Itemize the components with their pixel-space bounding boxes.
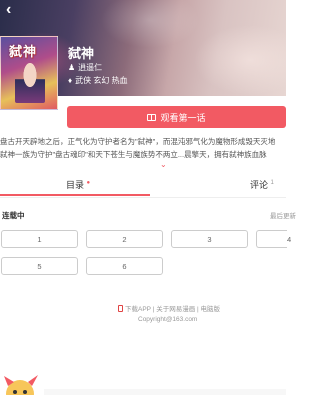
tab-comments-label: 评论 [250, 180, 269, 190]
book-icon [147, 113, 157, 121]
tags-text: 武侠 玄幻 热血 [75, 76, 128, 85]
read-first-button[interactable]: 观看第一话 [67, 106, 286, 128]
tab-catalog-label: 目录 [66, 180, 85, 190]
footer-links-text[interactable]: 下载APP | 关于网易漫画 | 电脑版 [125, 303, 220, 313]
chevron-down-icon[interactable]: ⌄ [160, 161, 168, 169]
footer-links[interactable]: 下载APP | 关于网易漫画 | 电脑版 [118, 303, 220, 313]
book-intro[interactable]: 盘古开天辟地之后，正气化为守护者名为"弑神"，而混沌邪气化为魔物形成毁天灭地 弑… [0, 135, 286, 161]
tag-icon: ♦ [68, 76, 73, 85]
back-arrow-icon[interactable]: ‹ [6, 2, 22, 18]
author-row[interactable]: ♟ 逍遥仁 [68, 62, 102, 73]
chapter-button[interactable]: 4 [256, 230, 291, 248]
tab-comments[interactable]: 评论 1 [250, 178, 274, 191]
intro-line-1: 盘古开天辟地之后，正气化为守护者名为"弑神"，而混沌邪气化为魔物形成毁天灭地 [0, 137, 276, 146]
tags-row: ♦ 武侠 玄幻 热血 [68, 75, 128, 86]
cover-figure [15, 63, 45, 103]
chapter-button[interactable]: 3 [171, 230, 248, 248]
mascot-icon[interactable] [0, 372, 44, 395]
tab-active-indicator [0, 194, 150, 196]
chapter-button[interactable]: 6 [86, 257, 163, 275]
chapter-button[interactable]: 2 [86, 230, 163, 248]
chapter-button[interactable]: 5 [1, 257, 78, 275]
tab-catalog-dot: ● [86, 180, 91, 186]
chapter-button[interactable]: 1 [1, 230, 78, 248]
book-title: 弑神 [68, 46, 95, 61]
intro-line-2: 弑神一族为守护"盘古魂印"和天下苍生与魔族势不两立...晨擎天，拥有弑神族血脉 [0, 150, 267, 159]
book-cover: 弑神 [0, 36, 58, 110]
author-name: 逍遥仁 [78, 63, 103, 72]
tab-comments-count: 1 [270, 180, 274, 186]
user-icon: ♟ [68, 63, 76, 72]
tab-catalog[interactable]: 目录 ● [66, 178, 90, 191]
copyright: Copyright@163.com [138, 316, 198, 323]
detail-tabs: 目录 ● 评论 1 [0, 176, 286, 196]
bottom-bar [44, 389, 286, 395]
tab-divider [0, 197, 286, 198]
phone-icon [118, 304, 123, 312]
cover-title: 弑神 [9, 44, 38, 59]
read-first-label: 观看第一话 [160, 112, 206, 123]
serial-status: 连载中 [2, 211, 25, 220]
sort-toggle[interactable]: 最后更新 [270, 210, 296, 220]
